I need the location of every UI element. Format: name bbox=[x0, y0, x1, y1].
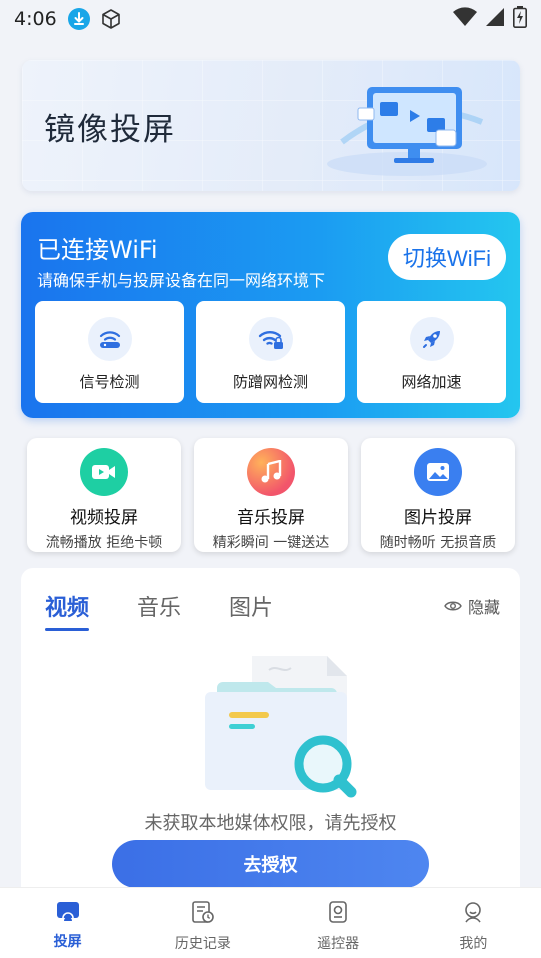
media-tabs: 视频 音乐 图片 bbox=[45, 590, 273, 631]
rocket-icon bbox=[409, 317, 454, 361]
wifi-status-subtitle: 请确保手机与投屏设备在同一网络环境下 bbox=[37, 271, 326, 290]
video-cast-card[interactable]: 视频投屏 流畅播放 拒绝卡顿 bbox=[27, 438, 181, 552]
download-icon bbox=[67, 7, 91, 31]
tab-music[interactable]: 音乐 bbox=[137, 590, 181, 622]
network-boost-tool[interactable]: 网络加速 bbox=[357, 301, 506, 403]
feature-desc: 精彩瞬间 一键送达 bbox=[212, 535, 330, 551]
grant-permission-button[interactable]: 去授权 bbox=[112, 840, 429, 888]
local-media-panel: 视频 音乐 图片 隐藏 未获取本地媒体权限，请先授权 去授权 bbox=[21, 568, 520, 908]
nav-item-profile[interactable]: 我的 bbox=[406, 888, 541, 958]
tool-label: 防蹭网检测 bbox=[232, 373, 308, 391]
wifi-status-title: 已连接WiFi bbox=[37, 236, 158, 264]
feature-name: 音乐投屏 bbox=[237, 508, 305, 528]
cast-features: 视频投屏 流畅播放 拒绝卡顿 音乐投屏 精彩瞬间 一键送达 图片投屏 随时畅听 … bbox=[27, 438, 515, 552]
status-bar: 4:06 bbox=[0, 0, 541, 38]
nav-label: 我的 bbox=[459, 936, 488, 952]
wifi-lock-icon bbox=[248, 317, 293, 361]
status-right bbox=[453, 5, 527, 33]
signal-icon bbox=[485, 7, 505, 32]
nav-item-history[interactable]: 历史记录 bbox=[135, 888, 270, 958]
battery-icon bbox=[513, 5, 527, 33]
music-icon bbox=[247, 448, 295, 496]
bottom-nav: 投屏 历史记录 遥控器 我的 bbox=[0, 887, 541, 958]
hide-label: 隐藏 bbox=[467, 598, 500, 617]
router-icon bbox=[87, 317, 132, 361]
cube-icon bbox=[99, 7, 123, 31]
tab-image[interactable]: 图片 bbox=[229, 590, 273, 622]
remote-icon bbox=[327, 900, 349, 928]
status-time: 4:06 bbox=[14, 8, 57, 30]
image-cast-card[interactable]: 图片投屏 随时畅听 无损音质 bbox=[361, 438, 515, 552]
music-cast-card[interactable]: 音乐投屏 精彩瞬间 一键送达 bbox=[194, 438, 348, 552]
mirror-cast-banner[interactable]: 镜像投屏 bbox=[22, 60, 520, 191]
tool-label: 网络加速 bbox=[401, 373, 462, 391]
eye-icon bbox=[444, 597, 462, 616]
nav-label: 历史记录 bbox=[174, 936, 231, 952]
empty-state-message: 未获取本地媒体权限，请先授权 bbox=[144, 813, 397, 834]
feature-name: 图片投屏 bbox=[404, 508, 472, 528]
nav-item-cast[interactable]: 投屏 bbox=[0, 888, 135, 958]
image-icon bbox=[414, 448, 462, 496]
feature-desc: 流畅播放 拒绝卡顿 bbox=[45, 535, 163, 551]
hide-button[interactable]: 隐藏 bbox=[444, 594, 500, 618]
signal-check-tool[interactable]: 信号检测 bbox=[35, 301, 184, 403]
nav-item-remote[interactable]: 遥控器 bbox=[271, 888, 406, 958]
nav-label: 投屏 bbox=[53, 934, 82, 950]
banner-title: 镜像投屏 bbox=[44, 112, 176, 148]
network-tools: 信号检测 防蹭网检测 网络加速 bbox=[35, 301, 506, 403]
profile-icon bbox=[461, 900, 485, 928]
empty-folder-search-icon bbox=[205, 656, 357, 798]
nav-label: 遥控器 bbox=[317, 936, 360, 952]
feature-name: 视频投屏 bbox=[70, 508, 138, 528]
switch-wifi-button[interactable]: 切换WiFi bbox=[388, 234, 506, 280]
wifi-status-card: 已连接WiFi 请确保手机与投屏设备在同一网络环境下 切换WiFi 信号检测 防… bbox=[21, 212, 520, 418]
feature-desc: 随时畅听 无损音质 bbox=[379, 535, 497, 551]
tool-label: 信号检测 bbox=[79, 373, 140, 391]
anti-leech-check-tool[interactable]: 防蹭网检测 bbox=[196, 301, 345, 403]
cast-icon bbox=[55, 900, 81, 926]
history-icon bbox=[190, 900, 216, 928]
wifi-icon bbox=[453, 6, 477, 32]
monitor-illustration-icon bbox=[327, 87, 487, 176]
video-icon bbox=[80, 448, 128, 496]
tab-video[interactable]: 视频 bbox=[45, 590, 90, 631]
